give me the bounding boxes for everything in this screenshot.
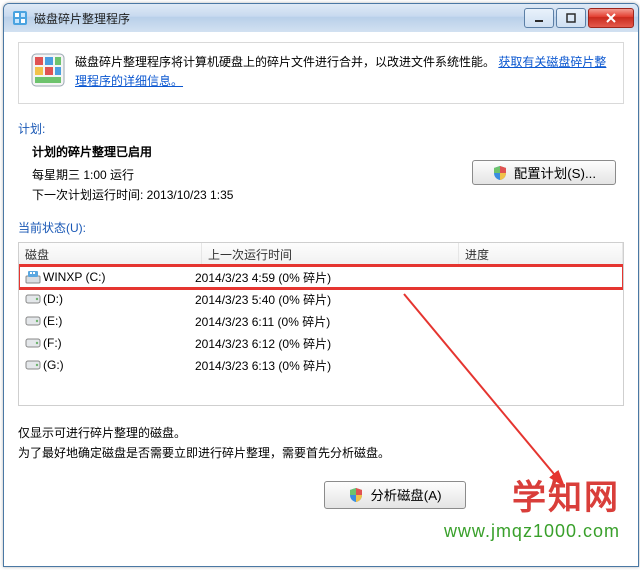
footer-line2: 为了最好地确定磁盘是否需要立即进行碎片整理，需要首先分析磁盘。: [18, 444, 624, 463]
close-button[interactable]: [588, 8, 634, 28]
footer-text: 仅显示可进行碎片整理的磁盘。 为了最好地确定磁盘是否需要立即进行碎片整理，需要首…: [18, 424, 624, 462]
disk-last-run: 2014/3/23 6:12 (0% 碎片): [195, 335, 445, 352]
disk-row[interactable]: (D:)2014/3/23 5:40 (0% 碎片): [19, 288, 623, 310]
disk-last-run: 2014/3/23 4:59 (0% 碎片): [195, 269, 445, 286]
disk-name: (D:): [43, 292, 195, 306]
disk-name: (F:): [43, 336, 195, 350]
configure-schedule-label: 配置计划(S)...: [514, 163, 596, 182]
col-last-run-header[interactable]: 上一次运行时间: [202, 243, 459, 265]
schedule-section-label: 计划:: [18, 120, 624, 137]
disk-row[interactable]: (G:)2014/3/23 6:13 (0% 碎片): [19, 354, 623, 376]
drive-icon: [25, 293, 43, 305]
defrag-icon: [31, 53, 65, 87]
analyze-disk-label: 分析磁盘(A): [370, 485, 441, 504]
drive-icon: [25, 337, 43, 349]
disk-last-run: 2014/3/23 6:13 (0% 碎片): [195, 357, 445, 374]
app-icon: [12, 10, 28, 26]
disk-name: (G:): [43, 358, 195, 372]
col-progress-header[interactable]: 进度: [459, 243, 623, 265]
col-disk-header[interactable]: 磁盘: [19, 243, 202, 265]
drive-icon: [25, 359, 43, 371]
info-description: 磁盘碎片整理程序将计算机硬盘上的碎片文件进行合并，以改进文件系统性能。: [75, 55, 495, 69]
disk-name: (E:): [43, 314, 195, 328]
disk-rows: WINXP (C:)2014/3/23 4:59 (0% 碎片)(D:)2014…: [19, 266, 623, 376]
button-row: 分析磁盘(A): [18, 481, 624, 509]
disk-name: WINXP (C:): [43, 270, 195, 284]
window-title: 磁盘碎片整理程序: [34, 10, 130, 27]
analyze-disk-button[interactable]: 分析磁盘(A): [324, 481, 466, 509]
minimize-button[interactable]: [524, 8, 554, 28]
schedule-next-run: 下一次计划运行时间: 2013/10/23 1:35: [32, 186, 624, 203]
shield-icon: [348, 487, 364, 503]
schedule-status-title: 计划的碎片整理已启用: [32, 143, 624, 160]
drive-icon: [25, 315, 43, 327]
configure-schedule-button[interactable]: 配置计划(S)...: [472, 160, 616, 185]
title-bar[interactable]: 磁盘碎片整理程序: [4, 4, 638, 33]
disk-row[interactable]: (F:)2014/3/23 6:12 (0% 碎片): [19, 332, 623, 354]
info-text: 磁盘碎片整理程序将计算机硬盘上的碎片文件进行合并，以改进文件系统性能。 获取有关…: [75, 53, 611, 91]
disk-row[interactable]: (E:)2014/3/23 6:11 (0% 碎片): [19, 310, 623, 332]
disk-list: 磁盘 上一次运行时间 进度 WINXP (C:)2014/3/23 4:59 (…: [18, 242, 624, 406]
disk-last-run: 2014/3/23 5:40 (0% 碎片): [195, 291, 445, 308]
disk-list-header: 磁盘 上一次运行时间 进度: [19, 243, 623, 266]
disk-last-run: 2014/3/23 6:11 (0% 碎片): [195, 313, 445, 330]
drive-icon: [25, 270, 43, 284]
disk-row[interactable]: WINXP (C:)2014/3/23 4:59 (0% 碎片): [19, 266, 623, 288]
info-panel: 磁盘碎片整理程序将计算机硬盘上的碎片文件进行合并，以改进文件系统性能。 获取有关…: [18, 42, 624, 104]
footer-line1: 仅显示可进行碎片整理的磁盘。: [18, 424, 624, 443]
status-section-label: 当前状态(U):: [18, 219, 624, 236]
shield-icon: [492, 165, 508, 181]
maximize-button[interactable]: [556, 8, 586, 28]
window-frame: 磁盘碎片整理程序 磁盘碎片整理程序将计算机硬盘上的碎片文件进行合并，以改进文件系…: [3, 3, 639, 567]
client-area: 磁盘碎片整理程序将计算机硬盘上的碎片文件进行合并，以改进文件系统性能。 获取有关…: [4, 32, 638, 566]
